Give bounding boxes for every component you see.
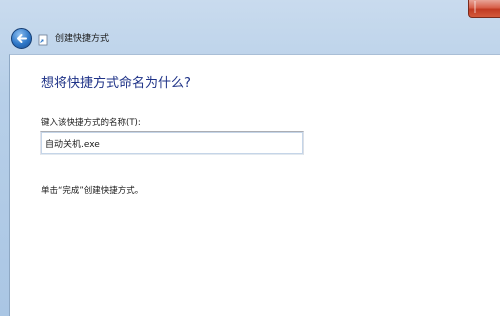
close-button[interactable] [468,0,500,18]
wizard-content-pane: 想将快捷方式命名为什么? 键入该快捷方式的名称(T): 单击“完成”创建快捷方式… [9,54,500,316]
shortcut-name-input[interactable] [40,131,304,155]
page-heading: 想将快捷方式命名为什么? [41,76,191,91]
back-button[interactable] [11,28,32,49]
shortcut-name-label: 键入该快捷方式的名称(T): [41,118,141,128]
back-arrow-icon [17,34,27,43]
title-bar: 创建快捷方式 [0,0,500,54]
shortcut-wizard-icon [38,34,48,46]
finish-hint-text: 单击“完成”创建快捷方式。 [41,186,144,196]
wizard-title: 创建快捷方式 [55,34,110,44]
create-shortcut-window: 创建快捷方式 想将快捷方式命名为什么? 键入该快捷方式的名称(T): 单击“完成… [0,0,500,316]
